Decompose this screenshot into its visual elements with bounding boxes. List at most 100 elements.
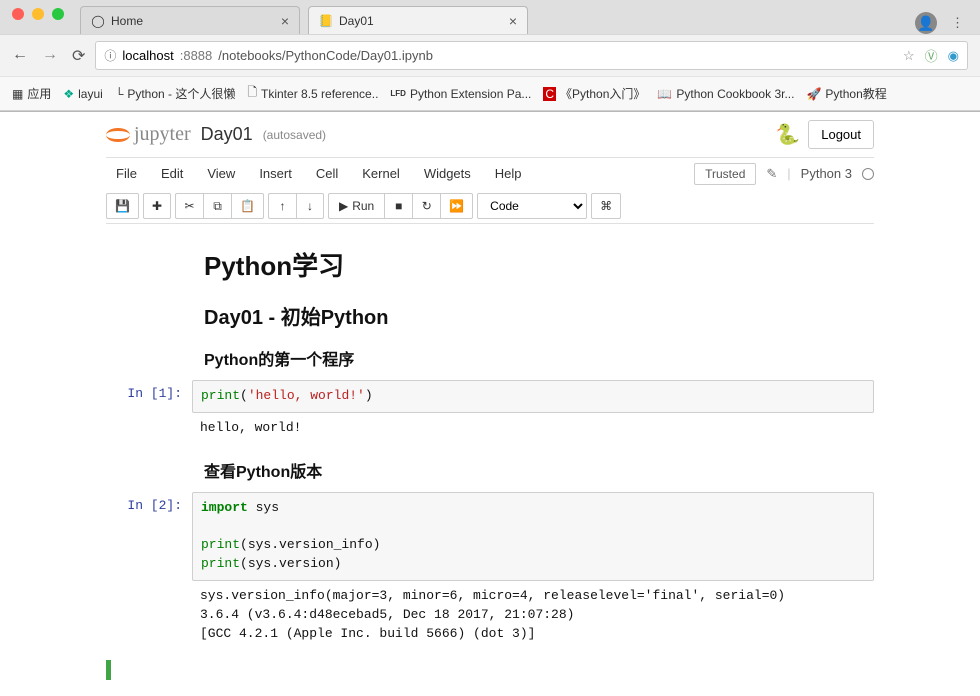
celltype-select[interactable]: Code (477, 193, 587, 219)
paste-button[interactable]: 📋 (231, 193, 264, 219)
toolbar: 💾 ✚ ✂ ⧉ 📋 ↑ ↓ ▶Run ■ ↻ ⏩ Code ⌘ (106, 189, 874, 223)
code-token: (sys.version) (240, 556, 341, 571)
python-logo-icon: 🐍 (775, 122, 800, 147)
close-tab-icon[interactable]: × (509, 13, 517, 29)
cell-output: hello, world! (192, 413, 874, 444)
command-palette-button[interactable]: ⌘ (591, 193, 621, 219)
notebook-favicon-icon: 📒 (319, 14, 333, 28)
menu-cell[interactable]: Cell (306, 162, 348, 185)
evernote-icon[interactable]: Ⓥ (925, 46, 938, 65)
back-button[interactable]: ← (12, 46, 28, 66)
site-info-icon[interactable]: ⓘ (104, 47, 116, 64)
profile-icon[interactable]: 👤 (915, 12, 937, 34)
kernel-name[interactable]: Python 3 (801, 166, 852, 181)
jupyter-header: jupyter Day01 (autosaved) 🐍 Logout (106, 112, 874, 157)
bookmark-label: 《Python入门》 (560, 85, 645, 102)
autosave-status: (autosaved) (263, 128, 326, 142)
bookmark-python-intro[interactable]: C《Python入门》 (543, 85, 645, 102)
bookmark-cookbook[interactable]: 📖Python Cookbook 3r... (657, 87, 794, 101)
bookmark-label: layui (78, 87, 103, 101)
markdown-h2[interactable]: Day01 - 初始Python (204, 301, 862, 330)
menu-insert[interactable]: Insert (249, 162, 302, 185)
trusted-button[interactable]: Trusted (694, 163, 756, 185)
code-token: print (201, 537, 240, 552)
bookmark-tkinter[interactable]: 🗋Tkinter 8.5 reference.. (247, 83, 378, 104)
browser-tabs: ◯ Home × 📒 Day01 × 👤 ⋮ (0, 0, 980, 34)
input-prompt: In [2]: (106, 492, 192, 650)
minimize-window-icon[interactable] (32, 8, 44, 20)
markdown-h3[interactable]: 查看Python版本 (204, 458, 862, 482)
menu-help[interactable]: Help (485, 162, 532, 185)
cell-output: sys.version_info(major=3, minor=6, micro… (192, 581, 874, 650)
notebook-body: Python学习 Day01 - 初始Python Python的第一个程序 I… (106, 224, 874, 696)
address-bar-row: ← → ⟳ ⓘ localhost:8888/notebooks/PythonC… (0, 34, 980, 76)
add-cell-button[interactable]: ✚ (143, 193, 171, 219)
url-input[interactable]: ⓘ localhost:8888/notebooks/PythonCode/Da… (95, 41, 968, 70)
jupyter-logo[interactable]: jupyter (106, 123, 191, 146)
star-icon[interactable]: ☆ (903, 48, 915, 64)
move-down-button[interactable]: ↓ (296, 193, 324, 219)
menu-file[interactable]: File (106, 162, 147, 185)
active-cell-indicator[interactable] (106, 660, 874, 680)
bookmark-label: 应用 (27, 85, 51, 102)
browser-chrome: ◯ Home × 📒 Day01 × 👤 ⋮ ← → ⟳ ⓘ localhost… (0, 0, 980, 112)
code-token: print (201, 388, 240, 403)
bookmark-label: Python Cookbook 3r... (676, 87, 794, 101)
markdown-h3[interactable]: Python的第一个程序 (204, 346, 862, 370)
stop-button[interactable]: ■ (384, 193, 412, 219)
tab-home[interactable]: ◯ Home × (80, 6, 300, 34)
run-button[interactable]: ▶Run (328, 193, 384, 219)
code-token: import (201, 500, 248, 515)
jupyter-logo-icon (106, 128, 130, 142)
menu-widgets[interactable]: Widgets (414, 162, 481, 185)
notebook-name[interactable]: Day01 (201, 124, 253, 145)
bookmark-lfd[interactable]: LFDPython Extension Pa... (390, 87, 531, 101)
restart-button[interactable]: ↻ (412, 193, 440, 219)
forward-button[interactable]: → (42, 46, 58, 66)
edit-icon[interactable]: ✎ (766, 166, 777, 182)
tab-label: Home (111, 14, 143, 28)
code-cell-2[interactable]: In [2]: import sys print(sys.version_inf… (106, 492, 874, 650)
bookmark-layui[interactable]: ❖layui (63, 87, 102, 101)
code-token: ) (365, 388, 373, 403)
cut-button[interactable]: ✂ (175, 193, 203, 219)
code-token: ( (240, 388, 248, 403)
code-cell-1[interactable]: In [1]: print('hello, world!') hello, wo… (106, 380, 874, 444)
chrome-menu-icon[interactable]: ⋮ (951, 15, 964, 31)
restart-run-all-button[interactable]: ⏩ (440, 193, 473, 219)
bookmark-label: Python - 这个人很懒 (127, 85, 235, 102)
save-button[interactable]: 💾 (106, 193, 139, 219)
copy-button[interactable]: ⧉ (203, 193, 231, 219)
bookmarks-bar: ▦应用 ❖layui └Python - 这个人很懒 🗋Tkinter 8.5 … (0, 76, 980, 111)
tab-label: Day01 (339, 14, 374, 28)
tab-day01[interactable]: 📒 Day01 × (308, 6, 528, 34)
code-input[interactable]: print('hello, world!') (192, 380, 874, 413)
jupyter-favicon-icon: ◯ (91, 14, 105, 28)
menu-view[interactable]: View (197, 162, 245, 185)
close-window-icon[interactable] (12, 8, 24, 20)
bookmark-label: Python教程 (825, 85, 886, 102)
bookmark-python-blog[interactable]: └Python - 这个人很懒 (115, 85, 236, 102)
close-tab-icon[interactable]: × (281, 13, 289, 29)
menu-kernel[interactable]: Kernel (352, 162, 410, 185)
code-token: 'hello, world!' (248, 388, 365, 403)
bookmark-label: Tkinter 8.5 reference.. (261, 87, 378, 101)
code-token: print (201, 556, 240, 571)
markdown-h1[interactable]: Python学习 (204, 246, 862, 283)
code-input[interactable]: import sys print(sys.version_info) print… (192, 492, 874, 581)
extension-icon[interactable]: ◉ (948, 48, 959, 64)
jupyter-logo-text: jupyter (134, 123, 191, 146)
menu-bar: File Edit View Insert Cell Kernel Widget… (106, 158, 874, 189)
logout-button[interactable]: Logout (808, 120, 874, 149)
window-controls (0, 0, 76, 20)
code-token: sys (248, 500, 279, 515)
play-icon: ▶ (339, 199, 348, 213)
maximize-window-icon[interactable] (52, 8, 64, 20)
menu-edit[interactable]: Edit (151, 162, 193, 185)
input-prompt: In [1]: (106, 380, 192, 444)
kernel-indicator-icon (862, 168, 874, 180)
apps-button[interactable]: ▦应用 (12, 85, 51, 102)
move-up-button[interactable]: ↑ (268, 193, 296, 219)
bookmark-python-tutorial[interactable]: 🚀Python教程 (806, 85, 886, 102)
reload-button[interactable]: ⟳ (72, 46, 85, 66)
